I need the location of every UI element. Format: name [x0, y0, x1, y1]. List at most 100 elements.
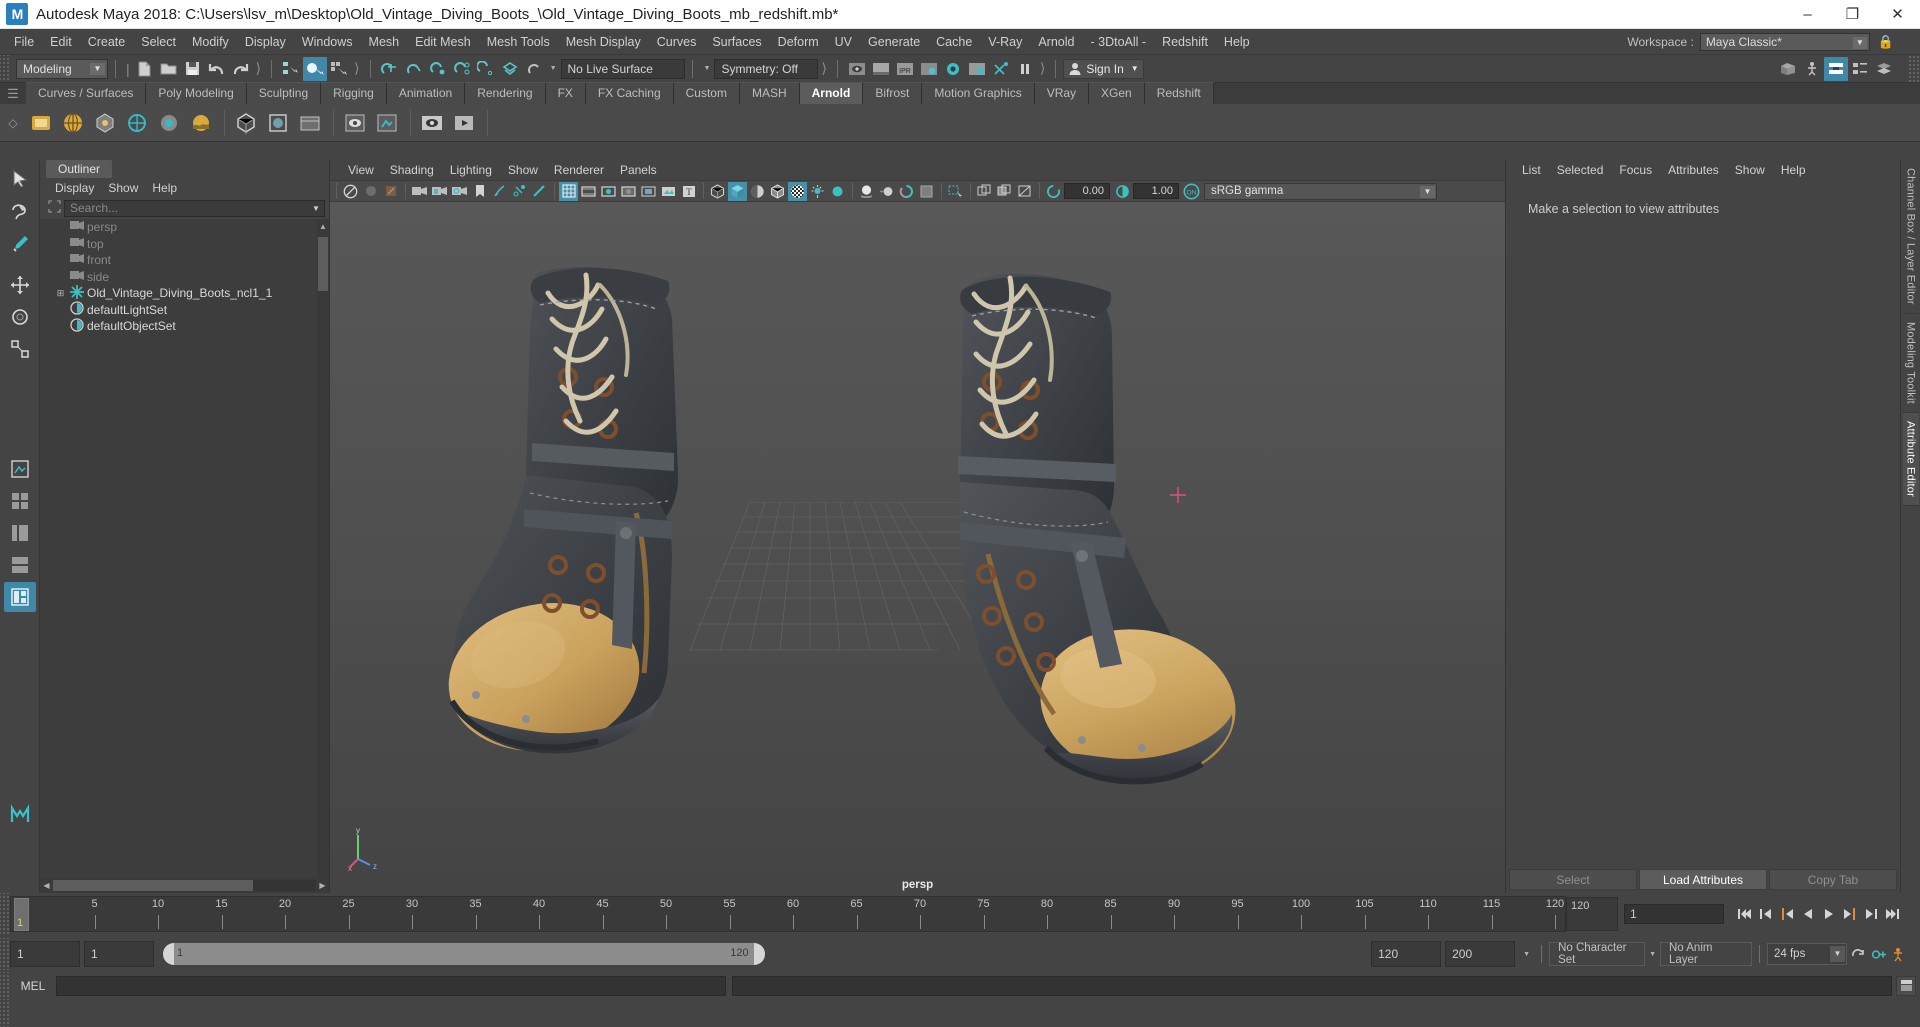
menu-3dtoall[interactable]: - 3DtoAll - — [1082, 32, 1154, 52]
menu-help[interactable]: Help — [1216, 32, 1258, 52]
status-line-grip[interactable] — [0, 55, 10, 82]
select-by-hierarchy-icon[interactable] — [279, 57, 303, 81]
outliner-item-default-light-set[interactable]: defaultLightSet — [40, 301, 329, 319]
isolate-select-icon[interactable] — [917, 182, 936, 201]
bounding-box-icon[interactable] — [1015, 182, 1034, 201]
outliner-horizontal-scrollbar[interactable]: ◀ ▶ — [40, 878, 329, 893]
shelf-tab-animation[interactable]: Animation — [386, 82, 466, 104]
arnold-render-icon[interactable] — [372, 108, 402, 138]
play-forwards-icon[interactable] — [1818, 902, 1839, 926]
hypershade-icon[interactable] — [941, 57, 965, 81]
persp-graph-layout[interactable] — [4, 550, 36, 580]
snap-to-projected-center-icon[interactable] — [450, 57, 474, 81]
menu-arnold[interactable]: Arnold — [1030, 32, 1082, 52]
step-back-keyframe-icon[interactable] — [1755, 902, 1776, 926]
outliner-persp-layout[interactable] — [4, 518, 36, 548]
arnold-area-light-icon[interactable] — [26, 108, 56, 138]
motion-blur-icon[interactable] — [877, 182, 896, 201]
menu-cache[interactable]: Cache — [928, 32, 980, 52]
shelf-tab-rigging[interactable]: Rigging — [321, 82, 387, 104]
viewport-menu-panels[interactable]: Panels — [612, 161, 665, 179]
shelf-tab-vray[interactable]: VRay — [1034, 82, 1090, 104]
single-perspective-view[interactable] — [4, 454, 36, 484]
shelf-tab-xgen[interactable]: XGen — [1089, 82, 1145, 104]
shade-flat-icon[interactable] — [748, 182, 767, 201]
outliner-menu-show[interactable]: Show — [101, 179, 145, 197]
select-by-component-type-icon[interactable] — [327, 57, 351, 81]
arnold-volume-icon[interactable] — [263, 108, 293, 138]
menu-modify[interactable]: Modify — [184, 32, 237, 52]
attribute-editor-icon[interactable] — [1824, 56, 1848, 81]
render-current-frame-icon[interactable] — [845, 57, 869, 81]
animation-preferences-icon[interactable] — [1889, 942, 1910, 966]
scale-tool[interactable] — [4, 334, 36, 364]
color-management-combo[interactable]: sRGB gamma ▼ — [1204, 182, 1437, 200]
range-slider-grip[interactable] — [0, 938, 10, 970]
shelf-tab-curves-surfaces[interactable]: Curves / Surfaces — [26, 82, 147, 104]
outliner-item-side[interactable]: side — [40, 269, 329, 286]
shelf-tab-poly-modeling[interactable]: Poly Modeling — [146, 82, 247, 104]
xray-active-components-icon[interactable] — [975, 182, 994, 201]
sign-in-button[interactable]: Sign In ▼ — [1063, 58, 1144, 79]
expander-icon[interactable] — [54, 321, 67, 332]
make-live-icon[interactable] — [498, 57, 522, 81]
animation-end-field[interactable]: 200 — [1445, 941, 1516, 967]
expander-icon[interactable] — [54, 238, 67, 249]
outliner-tree[interactable]: persp top front side ⊞ Old_Vintage_Divin… — [40, 219, 329, 878]
step-back-frame-icon[interactable] — [1776, 902, 1797, 926]
outliner-tab[interactable]: Outliner — [46, 160, 113, 178]
menu-windows[interactable]: Windows — [294, 32, 361, 52]
command-language-label[interactable]: MEL — [10, 979, 56, 993]
tab-attribute-editor[interactable]: Attribute Editor — [1902, 412, 1919, 506]
camera-attributes-icon[interactable] — [381, 182, 400, 201]
use-all-lights-icon[interactable] — [808, 182, 827, 201]
menu-curves[interactable]: Curves — [649, 32, 705, 52]
outliner-item-persp[interactable]: persp — [40, 219, 329, 236]
ipr-render-icon[interactable] — [869, 57, 893, 81]
camera-settings-icon[interactable] — [450, 182, 469, 201]
viewport-menu-view[interactable]: View — [340, 161, 382, 179]
attr-menu-help[interactable]: Help — [1773, 161, 1814, 179]
expander-icon[interactable]: ⊞ — [54, 288, 67, 299]
expander-icon[interactable] — [54, 255, 67, 266]
shelf-tab-rendering[interactable]: Rendering — [465, 82, 546, 104]
arnold-light-portal-icon[interactable] — [154, 108, 184, 138]
four-view-layout[interactable] — [4, 486, 36, 516]
minimize-button[interactable]: – — [1785, 0, 1830, 29]
bookmark-icon[interactable] — [470, 182, 489, 201]
shelf-tab-mash[interactable]: MASH — [739, 82, 800, 104]
range-left-handle[interactable] — [163, 943, 174, 965]
channel-box-icon[interactable] — [1848, 57, 1872, 81]
scrollbar-thumb[interactable] — [318, 237, 328, 291]
expander-icon[interactable] — [54, 304, 67, 315]
render-settings-icon[interactable] — [917, 57, 941, 81]
range-bar[interactable]: 1 120 — [163, 943, 765, 965]
menu-vray[interactable]: V-Ray — [980, 32, 1030, 52]
expander-icon[interactable] — [54, 222, 67, 233]
expand-brace-icon[interactable]: ⟩ — [256, 60, 261, 77]
select-tool[interactable] — [4, 164, 36, 194]
selection-mask-icon[interactable] — [44, 200, 64, 216]
arnold-skydome-light-icon[interactable] — [58, 108, 88, 138]
menu-uv[interactable]: UV — [827, 32, 860, 52]
ipr-render-frame-icon[interactable]: IPR — [893, 57, 917, 81]
search-input[interactable] — [65, 201, 308, 215]
menu-redshift[interactable]: Redshift — [1154, 32, 1216, 52]
copy-tab-button[interactable]: Copy Tab — [1769, 869, 1897, 890]
rotate-tool[interactable] — [4, 302, 36, 332]
gamma-field[interactable]: 1.00 — [1133, 183, 1179, 199]
outliner-menu-help[interactable]: Help — [145, 179, 184, 197]
shelf-tab-custom[interactable]: Custom — [673, 82, 740, 104]
arnold-open-render-view-icon[interactable] — [417, 108, 447, 138]
menu-mesh-tools[interactable]: Mesh Tools — [479, 32, 558, 52]
grid-toggle-icon[interactable] — [559, 181, 578, 201]
snap-to-view-plane-icon[interactable] — [474, 57, 498, 81]
shelf-tab-sculpting[interactable]: Sculpting — [246, 82, 322, 104]
lock-camera-icon[interactable] — [361, 182, 380, 201]
viewport-menu-shading[interactable]: Shading — [382, 161, 442, 179]
scroll-left-icon[interactable]: ◀ — [40, 881, 53, 890]
arnold-bifrost-icon[interactable] — [340, 108, 370, 138]
viewport-menu-renderer[interactable]: Renderer — [546, 161, 612, 179]
lock-icon[interactable]: 🔒 — [1878, 34, 1894, 50]
viewport-3d[interactable]: y x z persp — [330, 202, 1505, 893]
